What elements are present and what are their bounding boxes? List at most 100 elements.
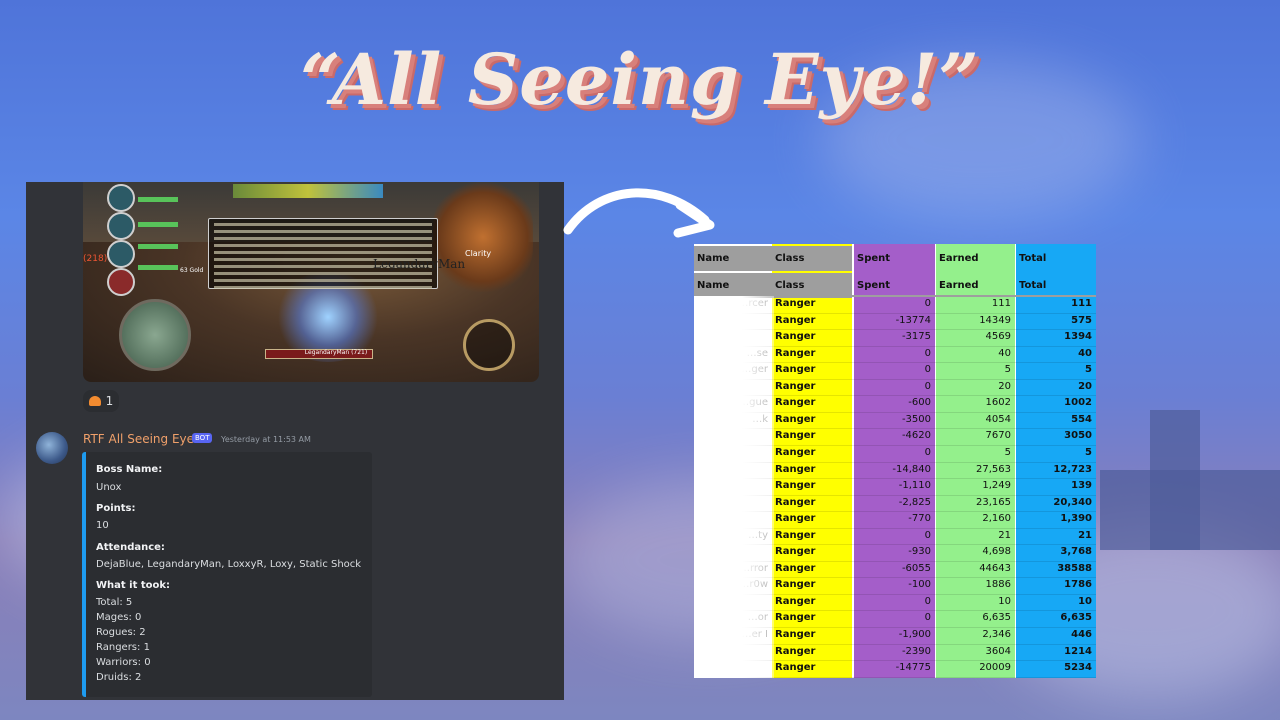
total-cell[interactable]: 554 (1016, 412, 1096, 429)
earned-cell[interactable]: 3604 (936, 644, 1015, 661)
class-cell[interactable]: Ranger (772, 610, 852, 627)
earned-cell[interactable]: 23,165 (936, 495, 1015, 512)
total-cell[interactable]: 3,768 (1016, 544, 1096, 561)
class-cell[interactable]: Ranger (772, 395, 852, 412)
earned-cell[interactable]: 40 (936, 346, 1015, 363)
spent-cell[interactable]: 0 (854, 362, 935, 379)
class-cell[interactable]: Ranger (772, 445, 852, 462)
spent-cell[interactable]: 0 (854, 346, 935, 363)
earned-cell[interactable]: 1602 (936, 395, 1015, 412)
total-cell[interactable]: 1214 (1016, 644, 1096, 661)
total-cell[interactable]: 21 (1016, 528, 1096, 545)
spent-cell[interactable]: 0 (854, 296, 935, 313)
earned-cell[interactable]: 2,160 (936, 511, 1015, 528)
total-cell[interactable]: 5 (1016, 362, 1096, 379)
header-cell[interactable]: Spent (854, 246, 935, 271)
total-cell[interactable]: 5234 (1016, 660, 1096, 677)
avatar[interactable] (36, 432, 68, 464)
total-cell[interactable]: 5 (1016, 445, 1096, 462)
earned-cell[interactable]: 111 (936, 296, 1015, 313)
earned-cell[interactable]: 44643 (936, 561, 1015, 578)
author-name[interactable]: RTF All Seeing Eye (83, 432, 194, 446)
earned-cell[interactable]: 1886 (936, 577, 1015, 594)
total-cell[interactable]: 38588 (1016, 561, 1096, 578)
class-cell[interactable]: Ranger (772, 428, 852, 445)
total-cell[interactable]: 3050 (1016, 428, 1096, 445)
earned-cell[interactable]: 4,698 (936, 544, 1015, 561)
header-cell[interactable]: Name (694, 246, 772, 271)
total-cell[interactable]: 1,390 (1016, 511, 1096, 528)
header-cell[interactable]: Total (1016, 246, 1096, 271)
total-cell[interactable]: 40 (1016, 346, 1096, 363)
class-cell[interactable]: Ranger (772, 462, 852, 479)
total-cell[interactable]: 139 (1016, 478, 1096, 495)
earned-cell[interactable]: 4054 (936, 412, 1015, 429)
spent-cell[interactable]: -14775 (854, 660, 935, 677)
spent-cell[interactable]: -3175 (854, 329, 935, 346)
spent-cell[interactable]: -3500 (854, 412, 935, 429)
class-cell[interactable]: Ranger (772, 528, 852, 545)
class-cell[interactable]: Ranger (772, 660, 852, 677)
spent-cell[interactable]: -770 (854, 511, 935, 528)
earned-cell[interactable]: 1,249 (936, 478, 1015, 495)
total-cell[interactable]: 1002 (1016, 395, 1096, 412)
total-cell[interactable]: 20 (1016, 379, 1096, 396)
class-cell[interactable]: Ranger (772, 296, 852, 313)
earned-cell[interactable]: 4569 (936, 329, 1015, 346)
class-cell[interactable]: Ranger (772, 561, 852, 578)
class-cell[interactable]: Ranger (772, 346, 852, 363)
spent-cell[interactable]: 0 (854, 594, 935, 611)
class-cell[interactable]: Ranger (772, 495, 852, 512)
earned-cell[interactable]: 20 (936, 379, 1015, 396)
class-cell[interactable]: Ranger (772, 594, 852, 611)
spent-cell[interactable]: -4620 (854, 428, 935, 445)
class-cell[interactable]: Ranger (772, 412, 852, 429)
spent-cell[interactable]: 0 (854, 528, 935, 545)
class-cell[interactable]: Ranger (772, 644, 852, 661)
total-cell[interactable]: 20,340 (1016, 495, 1096, 512)
spent-cell[interactable]: -13774 (854, 313, 935, 330)
spent-cell[interactable]: 0 (854, 379, 935, 396)
class-cell[interactable]: Ranger (772, 511, 852, 528)
spent-cell[interactable]: -6055 (854, 561, 935, 578)
total-cell[interactable]: 1786 (1016, 577, 1096, 594)
earned-cell[interactable]: 2,346 (936, 627, 1015, 644)
spent-cell[interactable]: -1,900 (854, 627, 935, 644)
total-cell[interactable]: 111 (1016, 296, 1096, 313)
earned-cell[interactable]: 10 (936, 594, 1015, 611)
total-cell[interactable]: 6,635 (1016, 610, 1096, 627)
earned-cell[interactable]: 6,635 (936, 610, 1015, 627)
total-cell[interactable]: 1394 (1016, 329, 1096, 346)
class-cell[interactable]: Ranger (772, 577, 852, 594)
total-cell[interactable]: 446 (1016, 627, 1096, 644)
class-cell[interactable]: Ranger (772, 313, 852, 330)
earned-cell[interactable]: 21 (936, 528, 1015, 545)
spent-cell[interactable]: -14,840 (854, 462, 935, 479)
class-cell[interactable]: Ranger (772, 627, 852, 644)
class-cell[interactable]: Ranger (772, 362, 852, 379)
earned-cell[interactable]: 7670 (936, 428, 1015, 445)
class-cell[interactable]: Ranger (772, 478, 852, 495)
earned-cell[interactable]: 27,563 (936, 462, 1015, 479)
earned-cell[interactable]: 5 (936, 445, 1015, 462)
spent-cell[interactable]: 0 (854, 610, 935, 627)
spent-cell[interactable]: -600 (854, 395, 935, 412)
header-cell[interactable]: Earned (936, 246, 1015, 271)
spent-cell[interactable]: 0 (854, 445, 935, 462)
total-cell[interactable]: 575 (1016, 313, 1096, 330)
reaction-button[interactable]: 1 (83, 390, 119, 412)
spent-cell[interactable]: -2,825 (854, 495, 935, 512)
class-cell[interactable]: Ranger (772, 379, 852, 396)
earned-cell[interactable]: 14349 (936, 313, 1015, 330)
class-cell[interactable]: Ranger (772, 544, 852, 561)
spent-cell[interactable]: -2390 (854, 644, 935, 661)
earned-cell[interactable]: 5 (936, 362, 1015, 379)
class-cell[interactable]: Ranger (772, 329, 852, 346)
spent-cell[interactable]: -1,110 (854, 478, 935, 495)
earned-cell[interactable]: 20009 (936, 660, 1015, 677)
total-cell[interactable]: 12,723 (1016, 462, 1096, 479)
spent-cell[interactable]: -930 (854, 544, 935, 561)
spent-cell[interactable]: -100 (854, 577, 935, 594)
game-screenshot[interactable]: (218) 63 Gold LegandaryMan Clarity Legan… (83, 182, 539, 382)
total-cell[interactable]: 10 (1016, 594, 1096, 611)
